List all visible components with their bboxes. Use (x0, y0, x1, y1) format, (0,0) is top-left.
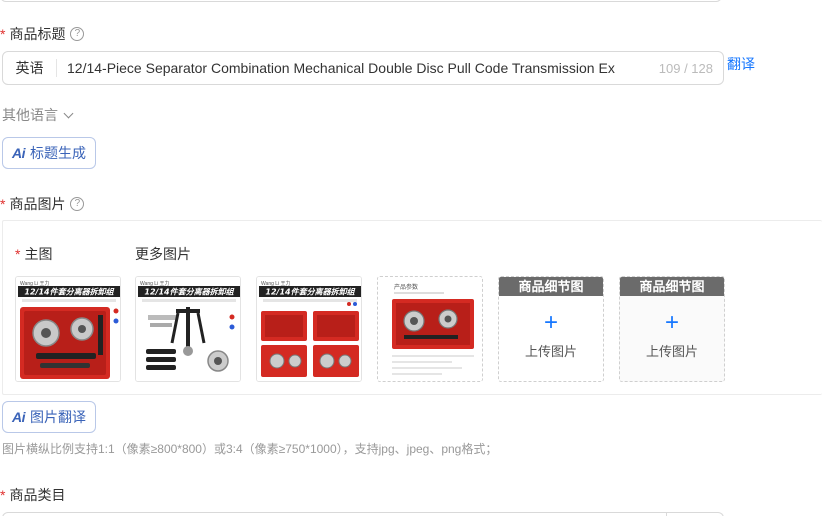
category-label-text: 商品类目 (9, 487, 66, 503)
required-mark: * (0, 26, 6, 42)
images-label-text: 商品图片 (9, 196, 66, 212)
ai-icon: Ai (12, 409, 26, 425)
detail-image-upload-2[interactable]: 商品细节图 + 上传图片 (619, 276, 725, 382)
ai-icon: Ai (12, 145, 26, 161)
brand-text: Wang Li 王力 (140, 280, 170, 287)
plus-icon: + (664, 309, 679, 336)
image-caption: 产品参数 (394, 283, 418, 291)
title-input-value[interactable]: 12/14-Piece Separator Combination Mechan… (57, 60, 655, 76)
brand-text: Wang Li 王力 (261, 280, 291, 287)
char-counter: 109 / 128 (658, 60, 713, 76)
product-photo: Wang Li 王力 12/14件套分离器拆卸组 (257, 277, 361, 381)
question-circle-icon[interactable]: ? (70, 197, 85, 211)
upload-slot-label: 上传图片 (524, 344, 577, 359)
category-field-label: * 商品类目 (0, 485, 65, 505)
upload-slot-label: 上传图片 (645, 344, 698, 359)
ai-title-generate-button[interactable]: Ai 标题生成 (2, 137, 96, 169)
main-image-label-text: 主图 (24, 246, 53, 262)
main-product-image[interactable]: Wang Li 王力 12/14件套分离器拆卸组 (15, 276, 121, 382)
product-image-2[interactable]: Wang Li 王力 12/14件套分离器拆卸组 (135, 276, 241, 382)
question-circle-icon[interactable]: ? (70, 27, 85, 41)
other-languages-toggle[interactable]: 其他语言 (2, 105, 74, 125)
language-tag: 英语 (3, 59, 57, 77)
category-select[interactable] (2, 512, 724, 516)
plus-icon: + (543, 309, 558, 336)
banner-text: 12/14件套分离器拆卸组 (144, 288, 234, 297)
image-format-hint: 图片横纵比例支持1:1（像素≥800*800）或3:4（像素≥750*1000）… (2, 442, 498, 456)
detail-image-upload-1[interactable]: 商品细节图 + 上传图片 (498, 276, 604, 382)
product-photo: 产品参数 (378, 277, 482, 381)
images-field-label: * 商品图片 ? (0, 194, 85, 214)
required-mark: * (0, 487, 6, 503)
previous-field-remnant (0, 0, 722, 2)
banner-text: 12/14件套分离器拆卸组 (24, 288, 114, 297)
upload-slot-header: 商品细节图 (499, 277, 603, 296)
ai-image-translate-label: 图片翻译 (30, 409, 86, 425)
chevron-down-icon (63, 108, 74, 118)
ai-image-translate-button[interactable]: Ai 图片翻译 (2, 401, 96, 433)
title-input[interactable]: 英语 12/14-Piece Separator Combination Mec… (2, 51, 724, 85)
brand-text: Wang Li 王力 (20, 280, 50, 287)
product-photo: Wang Li 王力 12/14件套分离器拆卸组 (16, 277, 120, 381)
title-label-text: 商品标题 (9, 26, 66, 42)
title-field-label: * 商品标题 ? (0, 24, 85, 44)
banner-text: 12/14件套分离器拆卸组 (265, 288, 355, 297)
upload-slot-header: 商品细节图 (620, 277, 724, 296)
product-image-4[interactable]: 产品参数 (377, 276, 483, 382)
more-images-label: 更多图片 (135, 246, 191, 262)
product-image-3[interactable]: Wang Li 王力 12/14件套分离器拆卸组 (256, 276, 362, 382)
other-languages-label: 其他语言 (2, 107, 58, 123)
required-mark: * (15, 246, 21, 262)
required-mark: * (0, 196, 6, 212)
ai-title-generate-label: 标题生成 (30, 145, 86, 161)
product-photo: Wang Li 王力 12/14件套分离器拆卸组 (136, 277, 240, 381)
translate-link[interactable]: 翻译 (727, 54, 755, 74)
main-image-label: * 主图 (15, 244, 52, 264)
